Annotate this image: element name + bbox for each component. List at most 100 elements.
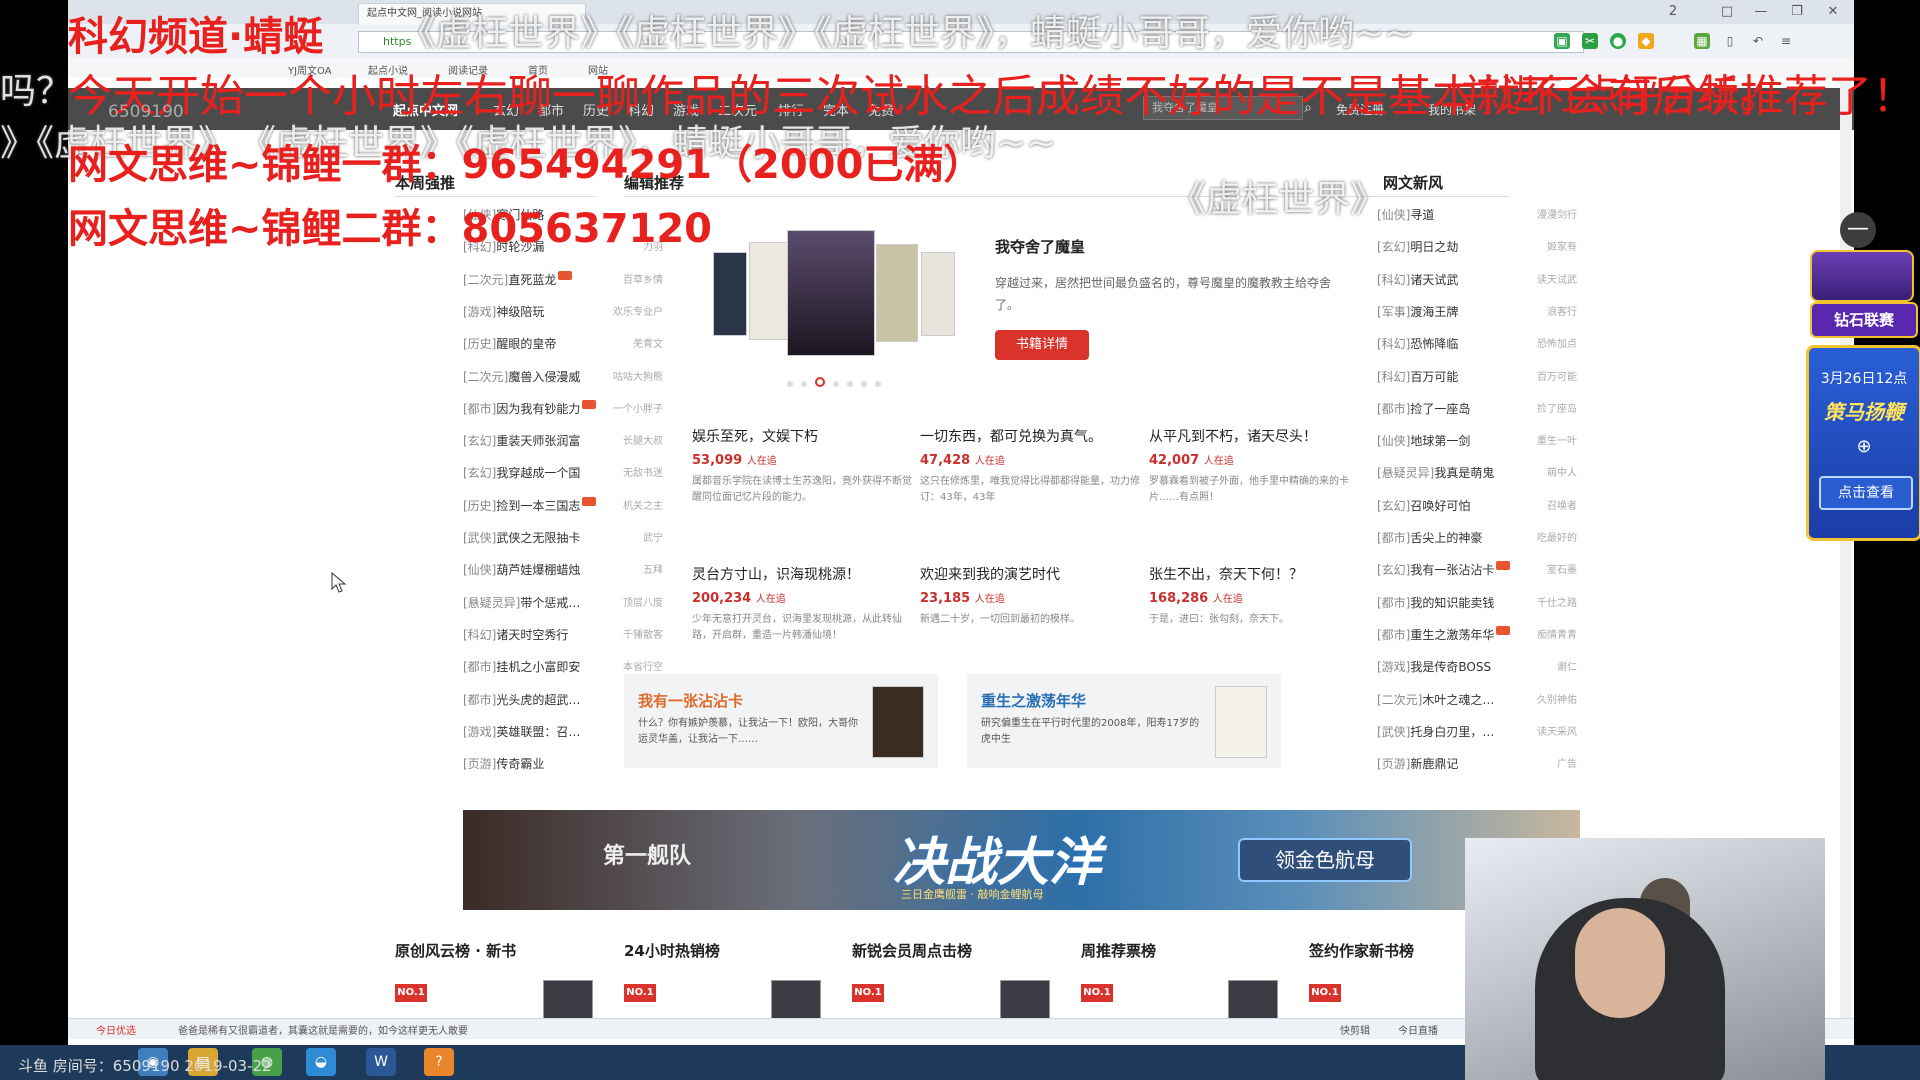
- rank-title[interactable]: 24小时热销榜: [624, 940, 720, 961]
- rank-title[interactable]: 签约作家新书榜: [1309, 940, 1414, 961]
- item-name[interactable]: 神级陪玩: [496, 305, 544, 319]
- tab-qidian[interactable]: 起点中文网_阅读小说网站: [358, 3, 586, 25]
- book-title[interactable]: 从平凡到不朽，诸天尽头！: [1149, 426, 1369, 446]
- book-title[interactable]: 张生不出，奈天下何！？: [1149, 564, 1369, 584]
- nav-item[interactable]: 游戏: [673, 100, 699, 119]
- bookmark-item[interactable]: 网站: [588, 62, 608, 77]
- item-name[interactable]: 百万可能: [1410, 370, 1458, 384]
- carousel-dot[interactable]: [787, 381, 793, 387]
- shield-icon[interactable]: ◆: [1638, 33, 1654, 49]
- weekly-item[interactable]: [科幻]诸天时空秀行 千锤散客: [463, 626, 663, 648]
- news-item[interactable]: [科幻]百万可能 百万可能: [1377, 368, 1577, 390]
- nav-item[interactable]: 都市: [538, 100, 564, 119]
- side-collapse-button[interactable]: —: [1840, 212, 1876, 248]
- rank-cover[interactable]: [771, 980, 821, 1022]
- promo-cover[interactable]: [872, 686, 924, 758]
- item-name[interactable]: 寻道: [1410, 208, 1434, 222]
- book-title[interactable]: 娱乐至死，文娱下朽: [692, 426, 912, 446]
- rank-cover[interactable]: [543, 980, 593, 1022]
- book-card[interactable]: 张生不出，奈天下何！？ 168,286 人在追 于是，进曰：张勾刻，奈天下。: [1149, 564, 1369, 628]
- bookmark-item[interactable]: 阅读记录: [448, 62, 488, 77]
- carousel-dot[interactable]: [875, 381, 881, 387]
- item-name[interactable]: 我的知识能卖钱: [1410, 596, 1494, 610]
- item-name[interactable]: 带个惩戒…: [520, 596, 580, 610]
- news-item[interactable]: [页游]新鹿鼎记 广告: [1377, 755, 1577, 777]
- bookmark-icon[interactable]: ▯: [1722, 33, 1738, 49]
- nav-item[interactable]: 二次元: [718, 100, 757, 119]
- rank-title[interactable]: 周推荐票榜: [1081, 940, 1156, 961]
- promo-card[interactable]: 我有一张沾沾卡 什么？你有嫉妒羡慕，让我沾一下！欧阳，大哥你运灵华盖，让我沾一下…: [624, 674, 938, 768]
- statusbar-live[interactable]: 今日直播: [1398, 1022, 1438, 1037]
- game-ad-banner[interactable]: 第一舰队 决战大洋 三日金鹰舰雷 · 敲响金鲤航母 领金色航母: [463, 810, 1580, 910]
- news-item[interactable]: [都市]我的知识能卖钱 千仕之路: [1377, 594, 1577, 616]
- carousel-dot-active[interactable]: [815, 377, 825, 387]
- book-cover[interactable]: [749, 242, 791, 340]
- undo-icon[interactable]: ↶: [1750, 33, 1766, 49]
- book-title[interactable]: 灵台方寸山，识海现桃源！: [692, 564, 912, 584]
- weekly-item[interactable]: [科幻]时轮沙漏 力羽: [463, 238, 663, 260]
- news-item[interactable]: [都市]捡了一座岛 捡了座岛: [1377, 400, 1577, 422]
- site-logo[interactable]: 起点中文网: [393, 100, 458, 119]
- weekly-item[interactable]: [历史]捡到一本三国志 机关之主: [463, 496, 663, 519]
- carousel-dot[interactable]: [861, 381, 867, 387]
- item-name[interactable]: 渡海王牌: [1410, 305, 1458, 319]
- book-card[interactable]: 一切东西，都可兑换为真气。 47,428 人在追 这只在修炼里，唯我觉得比得都都得能…: [920, 426, 1140, 506]
- book-card[interactable]: 娱乐至死，文娱下朽 53,099 人在追 属都音乐学院在读博士生苏逸阳，竟外获得不断…: [692, 426, 912, 506]
- book-detail-button[interactable]: 书籍详情: [995, 330, 1089, 360]
- item-name[interactable]: 重装天师张润富: [496, 434, 580, 448]
- item-name[interactable]: 恐怖降临: [1410, 337, 1458, 351]
- item-name[interactable]: 重生之激荡年华: [1410, 628, 1494, 642]
- restore-button[interactable]: ❐: [1784, 2, 1810, 22]
- rank-cover[interactable]: [1000, 980, 1050, 1022]
- news-item[interactable]: [游戏]我是传奇BOSS 谢仁: [1377, 658, 1577, 680]
- item-name[interactable]: 我穿越成一个国: [496, 466, 580, 480]
- minimize-button[interactable]: —: [1748, 2, 1774, 22]
- item-name[interactable]: 寒门仙路: [496, 208, 544, 222]
- address-bar[interactable]: https: [358, 31, 1584, 53]
- weekly-item[interactable]: [二次元]魔兽入侵漫威 咕咕大狗熊: [463, 368, 663, 390]
- weekly-item[interactable]: [都市]因为我有钞能力 一个小胖子: [463, 399, 663, 422]
- site-search-input[interactable]: 我夺舍了魔皇: [1143, 96, 1303, 120]
- statusbar-clip[interactable]: 快剪辑: [1340, 1022, 1370, 1037]
- extension-icon[interactable]: ▣: [1554, 33, 1570, 49]
- item-name[interactable]: 挂机之小富即安: [496, 660, 580, 674]
- weekly-item[interactable]: [历史]醒眼的皇帝 羌青文: [463, 335, 663, 357]
- news-item[interactable]: [玄幻]明日之劫 姬家有: [1377, 238, 1577, 260]
- item-name[interactable]: 我有一张沾沾卡: [1410, 563, 1494, 577]
- item-name[interactable]: 木叶之魂之…: [1422, 693, 1494, 707]
- news-item[interactable]: [武侠]托身白刃里，… 读天采风: [1377, 723, 1577, 745]
- carousel-dots[interactable]: [783, 372, 885, 391]
- featured-covers[interactable]: [713, 230, 955, 356]
- featured-title[interactable]: 我夺舍了魔皇: [995, 236, 1085, 257]
- item-name[interactable]: 时轮沙漏: [496, 240, 544, 254]
- side-event-widget[interactable]: 钻石联赛 3月26日12点 策马扬鞭 ⊕ 点击查看: [1800, 250, 1920, 550]
- news-item[interactable]: [科幻]恐怖降临 恐怖加点: [1377, 335, 1577, 357]
- weekly-item[interactable]: [游戏]神级陪玩 欢乐专业户: [463, 303, 663, 325]
- item-name[interactable]: 托身白刃里，…: [1410, 725, 1494, 739]
- item-name[interactable]: 我是传奇BOSS: [1410, 660, 1491, 674]
- status-icon[interactable]: ●: [1610, 33, 1626, 49]
- item-name[interactable]: 直死蓝龙: [508, 273, 556, 287]
- item-name[interactable]: 英雄联盟：召…: [496, 725, 580, 739]
- news-item[interactable]: [军事]渡海王牌 浪客行: [1377, 303, 1577, 325]
- news-item[interactable]: [都市]舌尖上的神豪 吃最好的: [1377, 529, 1577, 551]
- banner-cta-button[interactable]: 领金色航母: [1238, 838, 1412, 882]
- statusbar-news[interactable]: 爸爸是稀有又很霸道者，其囊这就是需要的，如今这样更无人敢要: [178, 1022, 468, 1037]
- scissors-icon[interactable]: ✂: [1582, 33, 1598, 49]
- news-item[interactable]: [二次元]木叶之魂之… 久别神佑: [1377, 691, 1577, 713]
- weekly-item[interactable]: [悬疑灵异]带个惩戒… 顶层八度: [463, 594, 663, 616]
- bookshelf-link[interactable]: 我的书架: [1428, 101, 1476, 118]
- register-link[interactable]: 免费注册: [1336, 101, 1384, 118]
- weekly-item[interactable]: [仙侠]寒门仙路: [463, 206, 663, 228]
- weekly-item[interactable]: [玄幻]我穿越成一个国 无敌书迷: [463, 464, 663, 486]
- news-item[interactable]: [悬疑灵异]我真是萌鬼 萌中人: [1377, 464, 1577, 486]
- bookmark-item[interactable]: 起点小说: [368, 62, 408, 77]
- bookmark-item[interactable]: YJ周文OA: [288, 62, 332, 77]
- nav-item[interactable]: 免费: [868, 100, 894, 119]
- promo-cover[interactable]: [1215, 686, 1267, 758]
- rank-cover[interactable]: [1228, 980, 1278, 1022]
- news-item[interactable]: [仙侠]寻道 漫漫剑行: [1377, 206, 1577, 228]
- item-name[interactable]: 魔兽入侵漫威: [508, 370, 580, 384]
- book-cover[interactable]: [876, 244, 918, 342]
- book-card[interactable]: 欢迎来到我的演艺时代 23,185 人在追 新遇二十岁，一切回到最初的模样。: [920, 564, 1140, 628]
